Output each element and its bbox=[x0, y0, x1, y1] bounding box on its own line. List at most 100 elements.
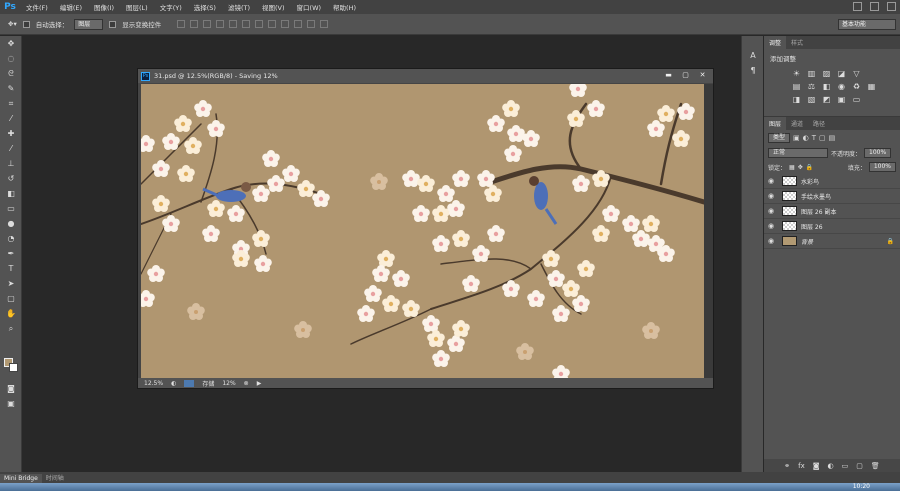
crop-tool-icon[interactable]: ⌗ bbox=[0, 96, 22, 111]
auto-select-dropdown[interactable]: 图层 bbox=[74, 18, 104, 30]
zoom-level[interactable]: 12.5% bbox=[144, 380, 163, 387]
vibrance-icon[interactable]: ▽ bbox=[852, 69, 861, 78]
photo-filter-icon[interactable]: ◉ bbox=[837, 82, 846, 91]
menu-type[interactable]: 文字(Y) bbox=[154, 2, 188, 12]
invert-icon[interactable]: ◨ bbox=[792, 95, 801, 104]
document-vertical-scrollbar[interactable] bbox=[704, 84, 713, 379]
brush-tool-icon[interactable]: ⁄ bbox=[0, 141, 22, 156]
channel-mixer-icon[interactable]: ♻ bbox=[852, 82, 861, 91]
menu-help[interactable]: 帮助(H) bbox=[327, 2, 362, 12]
exposure-icon[interactable]: ◪ bbox=[837, 69, 846, 78]
gradient-tool-icon[interactable]: ▭ bbox=[0, 201, 22, 216]
add-mask-icon[interactable]: ◙ bbox=[813, 462, 820, 470]
align-bottom-icon[interactable] bbox=[203, 20, 212, 28]
layer-row[interactable]: ◉ 手绘水墨鸟 bbox=[764, 189, 900, 204]
close-button[interactable] bbox=[887, 2, 896, 11]
layer-row[interactable]: ◉ 图层 26 副本 bbox=[764, 204, 900, 219]
status-menu-arrow-icon[interactable]: ▶ bbox=[257, 380, 262, 387]
curves-icon[interactable]: ▨ bbox=[822, 69, 831, 78]
tab-channels[interactable]: 通道 bbox=[786, 117, 808, 130]
align-vcenter-icon[interactable] bbox=[190, 20, 199, 28]
tab-mini-bridge[interactable]: Mini Bridge bbox=[0, 474, 42, 483]
hue-saturation-icon[interactable]: ▤ bbox=[792, 82, 801, 91]
opacity-field[interactable]: 100% bbox=[864, 148, 892, 158]
gradient-map-icon[interactable]: ▭ bbox=[852, 95, 861, 104]
doc-maximize-button[interactable]: ▢ bbox=[681, 71, 690, 79]
history-brush-tool-icon[interactable]: ↺ bbox=[0, 171, 22, 186]
hand-tool-icon[interactable]: ✋ bbox=[0, 306, 22, 321]
filter-shape-icon[interactable]: ▢ bbox=[819, 134, 826, 142]
threshold-icon[interactable]: ◩ bbox=[822, 95, 831, 104]
screen-mode-icon[interactable]: ▣ bbox=[0, 396, 22, 411]
distribute-top-icon[interactable] bbox=[255, 20, 264, 28]
menu-layer[interactable]: 图层(L) bbox=[120, 2, 154, 12]
filter-smart-icon[interactable]: ▤ bbox=[829, 134, 836, 142]
menu-window[interactable]: 窗口(W) bbox=[291, 2, 328, 12]
menu-edit[interactable]: 编辑(E) bbox=[54, 2, 88, 12]
clone-stamp-tool-icon[interactable]: ⊥ bbox=[0, 156, 22, 171]
eye-icon[interactable]: ◉ bbox=[764, 237, 778, 245]
layer-row[interactable]: ◉ 图层 26 bbox=[764, 219, 900, 234]
layer-row[interactable]: ◉ 背景 🔒 bbox=[764, 234, 900, 249]
distribute-hcenter-icon[interactable] bbox=[307, 20, 316, 28]
shape-tool-icon[interactable]: ▢ bbox=[0, 291, 22, 306]
delete-layer-icon[interactable]: 🗑 bbox=[871, 462, 880, 470]
healing-tool-icon[interactable]: ✚ bbox=[0, 126, 22, 141]
color-balance-icon[interactable]: ⚖ bbox=[807, 82, 816, 91]
color-lookup-icon[interactable]: ▦ bbox=[867, 82, 876, 91]
lasso-tool-icon[interactable]: ᘓ bbox=[0, 66, 22, 81]
marquee-tool-icon[interactable]: ◌ bbox=[0, 51, 22, 66]
layer-row[interactable]: ◉ 水彩鸟 bbox=[764, 174, 900, 189]
background-color-swatch[interactable] bbox=[9, 363, 18, 372]
black-white-icon[interactable]: ◧ bbox=[822, 82, 831, 91]
menu-select[interactable]: 选择(S) bbox=[188, 2, 222, 12]
filter-pixel-icon[interactable]: ▣ bbox=[793, 134, 800, 142]
distribute-bottom-icon[interactable] bbox=[281, 20, 290, 28]
status-info-icon[interactable]: ◐ bbox=[171, 380, 176, 387]
align-right-icon[interactable] bbox=[242, 20, 251, 28]
eyedropper-tool-icon[interactable]: ⁄ bbox=[0, 111, 22, 126]
minimize-button[interactable] bbox=[853, 2, 862, 11]
doc-minimize-button[interactable]: ▬ bbox=[664, 71, 673, 79]
new-adjustment-icon[interactable]: ◐ bbox=[828, 462, 834, 470]
paragraph-panel-icon[interactable]: ¶ bbox=[742, 63, 764, 78]
character-panel-icon[interactable]: A bbox=[742, 48, 764, 63]
levels-icon[interactable]: ▥ bbox=[807, 69, 816, 78]
menu-view[interactable]: 视图(V) bbox=[256, 2, 291, 12]
auto-select-checkbox[interactable] bbox=[22, 20, 30, 28]
document-canvas[interactable] bbox=[141, 84, 704, 379]
dodge-tool-icon[interactable]: ◔ bbox=[0, 231, 22, 246]
posterize-icon[interactable]: ▧ bbox=[807, 95, 816, 104]
menu-filter[interactable]: 滤镜(T) bbox=[222, 2, 256, 12]
quick-select-tool-icon[interactable]: ✎ bbox=[0, 81, 22, 96]
eraser-tool-icon[interactable]: ◧ bbox=[0, 186, 22, 201]
blend-mode-dropdown[interactable]: 正常 bbox=[768, 148, 828, 158]
align-top-icon[interactable] bbox=[177, 20, 186, 28]
align-hcenter-icon[interactable] bbox=[229, 20, 238, 28]
tab-layers[interactable]: 图层 bbox=[764, 117, 787, 130]
eye-icon[interactable]: ◉ bbox=[764, 222, 778, 230]
link-layers-icon[interactable]: ⚭ bbox=[784, 462, 790, 470]
new-group-icon[interactable]: ▭ bbox=[842, 462, 849, 470]
layer-filter-dropdown[interactable]: 类型 bbox=[768, 133, 791, 143]
eye-icon[interactable]: ◉ bbox=[764, 177, 778, 185]
lock-position-icon[interactable]: ✥ bbox=[798, 164, 803, 171]
blur-tool-icon[interactable]: ● bbox=[0, 216, 22, 231]
move-tool-preset-icon[interactable]: ✥▾ bbox=[8, 20, 17, 28]
path-select-tool-icon[interactable]: ➤ bbox=[0, 276, 22, 291]
doc-close-button[interactable]: ✕ bbox=[698, 71, 707, 79]
move-tool-icon[interactable]: ✥ bbox=[0, 36, 22, 51]
align-left-icon[interactable] bbox=[216, 20, 225, 28]
menu-file[interactable]: 文件(F) bbox=[20, 2, 54, 12]
filter-type-icon[interactable]: T bbox=[812, 134, 816, 142]
selective-color-icon[interactable]: ▣ bbox=[837, 95, 846, 104]
tab-styles[interactable]: 样式 bbox=[786, 36, 808, 49]
eye-icon[interactable]: ◉ bbox=[764, 207, 778, 215]
distribute-right-icon[interactable] bbox=[320, 20, 329, 28]
lock-pixels-icon[interactable]: ▦ bbox=[789, 164, 795, 171]
tab-adjustments[interactable]: 调整 bbox=[764, 36, 787, 49]
distribute-vcenter-icon[interactable] bbox=[268, 20, 277, 28]
tab-paths[interactable]: 路径 bbox=[808, 117, 830, 130]
show-transform-checkbox[interactable] bbox=[109, 20, 117, 28]
document-titlebar[interactable]: Ps 31.psd @ 12.5%(RGB/8) - Saving 12% bbox=[138, 69, 713, 83]
